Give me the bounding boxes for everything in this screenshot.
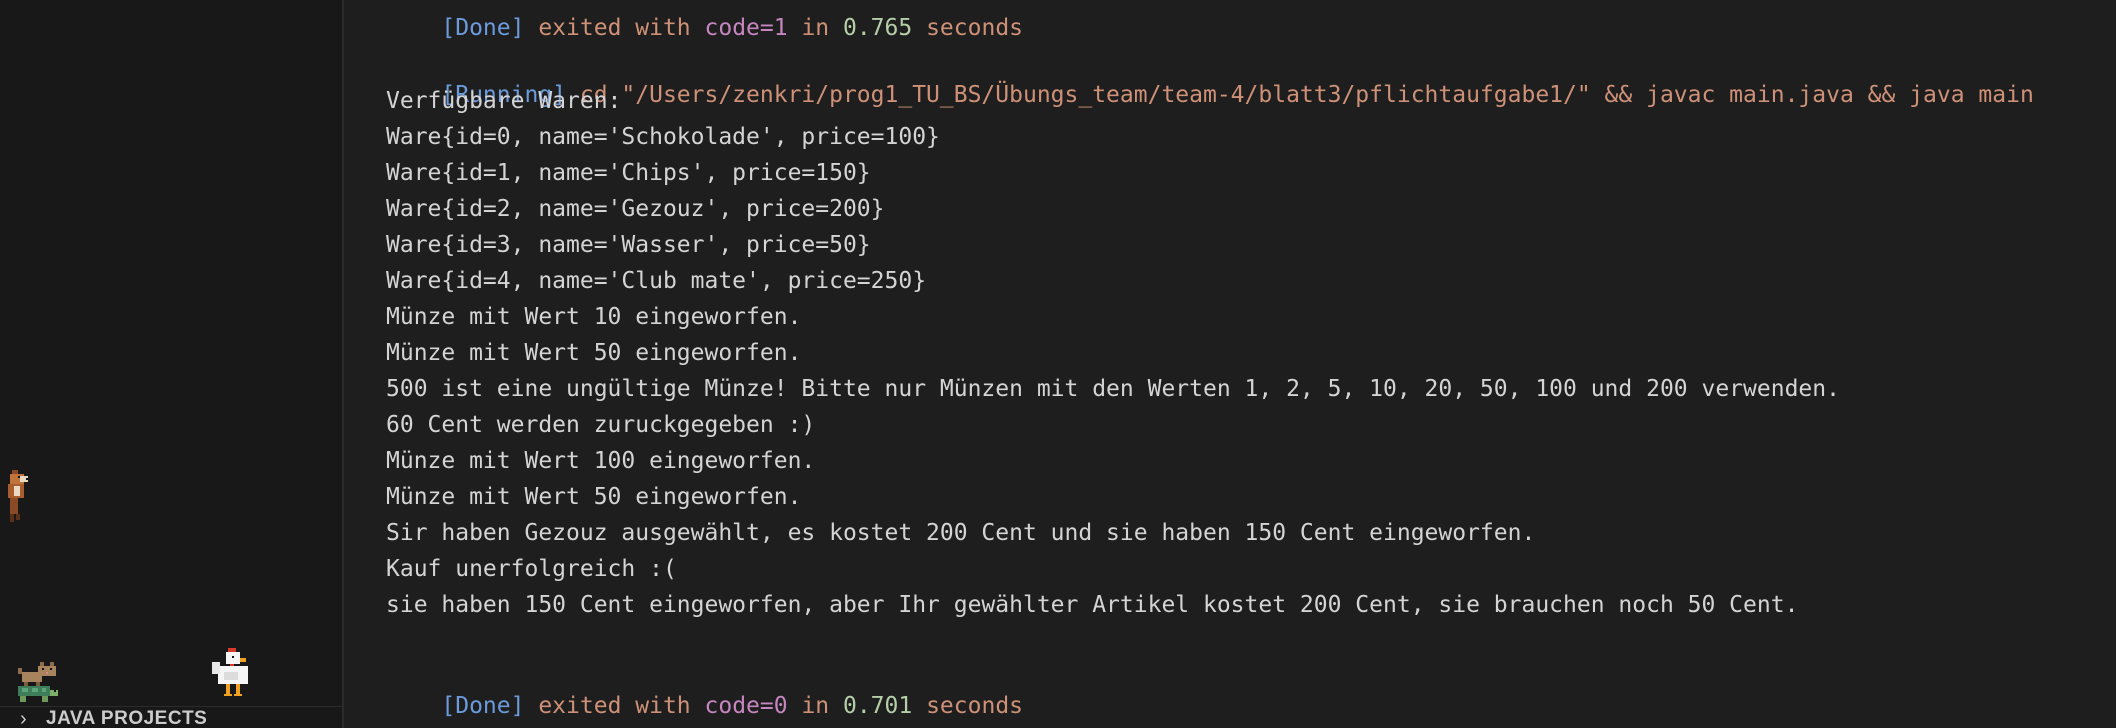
output-line: Münze mit Wert 10 eingeworfen. — [386, 304, 802, 330]
turtle-pet-icon[interactable] — [10, 684, 62, 704]
run-command: cd "/Users/zenkri/prog1_TU_BS/Übungs_tea… — [566, 82, 2034, 108]
chevron-right-icon: › — [20, 707, 28, 728]
output-line: Sir haben Gezouz ausgewählt, es kostet 2… — [386, 520, 1536, 546]
done-text: exited with — [524, 693, 705, 719]
vscode-pets-panel — [0, 0, 342, 706]
fox-pet-icon[interactable] — [4, 470, 34, 526]
output-panel[interactable]: [Done] exited with code=1 in 0.765 secon… — [344, 0, 2116, 728]
output-line: Ware{id=3, name='Wasser', price=50} — [386, 232, 871, 258]
done-text: exited with — [524, 15, 705, 41]
output-line: Kauf unerfolgreich :( — [386, 556, 677, 582]
java-projects-section-header[interactable]: › JAVA PROJECTS — [0, 706, 342, 728]
output-line: Ware{id=1, name='Chips', price=150} — [386, 160, 871, 186]
done-text: in — [787, 693, 843, 719]
done-text: seconds — [912, 693, 1024, 719]
done-text: seconds — [912, 15, 1024, 41]
done-tag: [Done] — [441, 15, 525, 41]
output-line: 60 Cent werden zuruckgegeben :) — [386, 412, 816, 438]
output-line: Ware{id=2, name='Gezouz', price=200} — [386, 196, 885, 222]
elapsed-time: 0.765 — [842, 15, 913, 41]
output-line: Verfügbare Waren: — [386, 88, 622, 114]
running-command-line: [Running] cd "/Users/zenkri/prog1_TU_BS/… — [386, 50, 2033, 108]
java-projects-title: JAVA PROJECTS — [46, 708, 208, 728]
done-tag: [Done] — [441, 693, 525, 719]
output-line: Münze mit Wert 50 eingeworfen. — [386, 484, 802, 510]
output-line: Münze mit Wert 50 eingeworfen. — [386, 340, 802, 366]
exit-code: code=0 — [704, 693, 788, 719]
output-line: Ware{id=0, name='Schokolade', price=100} — [386, 124, 940, 150]
done-text: in — [787, 15, 843, 41]
previous-done-line: [Done] exited with code=1 in 0.765 secon… — [386, 0, 1023, 41]
explorer-sidebar: › JAVA PROJECTS — [0, 0, 344, 728]
elapsed-time: 0.701 — [842, 693, 913, 719]
output-line: Münze mit Wert 100 eingeworfen. — [386, 448, 816, 474]
output-line: 500 ist eine ungültige Münze! Bitte nur … — [386, 376, 1840, 402]
done-line: [Done] exited with code=0 in 0.701 secon… — [386, 661, 1023, 719]
output-line: sie haben 150 Cent eingeworfen, aber Ihr… — [386, 592, 1799, 618]
exit-code: code=1 — [704, 15, 788, 41]
output-line: Ware{id=4, name='Club mate', price=250} — [386, 268, 927, 294]
chicken-pet-icon[interactable] — [212, 648, 262, 700]
